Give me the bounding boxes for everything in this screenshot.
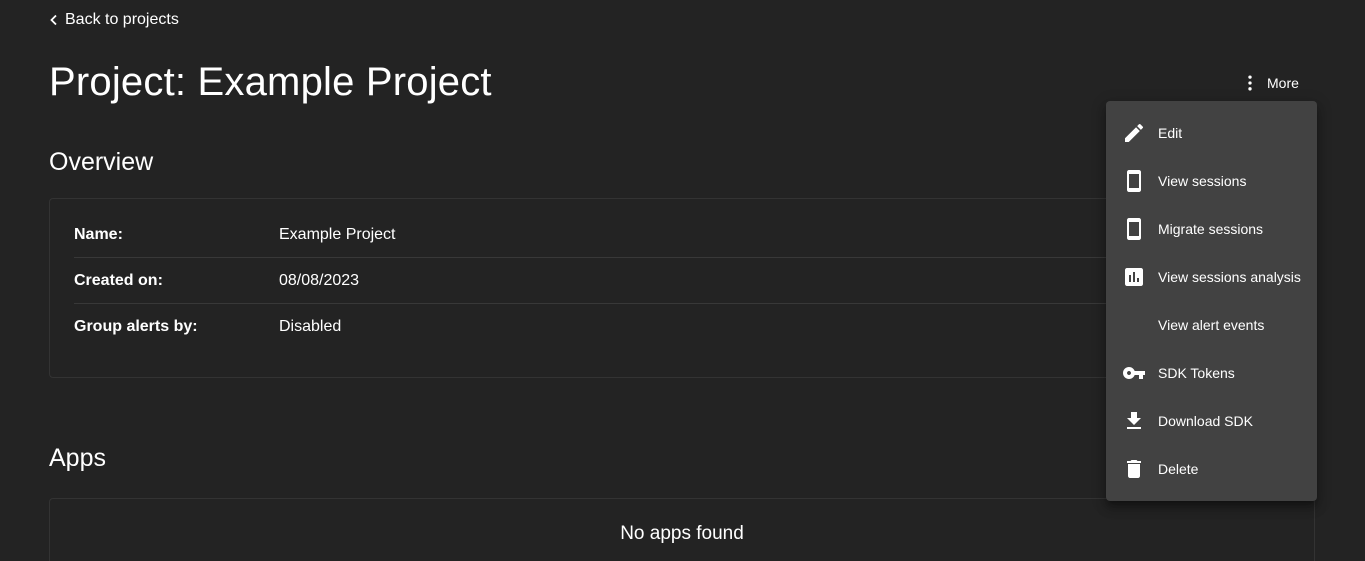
- menu-item-migrate-sessions[interactable]: Migrate sessions: [1106, 205, 1317, 253]
- more-vertical-icon: [1248, 75, 1252, 91]
- name-value: Example Project: [279, 225, 396, 243]
- menu-item-label: View sessions analysis: [1158, 269, 1301, 285]
- page-title: Project: Example Project: [49, 60, 492, 104]
- chevron-left-icon: [50, 14, 57, 26]
- no-apps-message: No apps found: [620, 523, 744, 544]
- apps-title: Apps: [49, 444, 106, 472]
- more-button-label: More: [1267, 75, 1299, 91]
- more-button[interactable]: More: [1240, 70, 1299, 96]
- back-link-label: Back to projects: [65, 11, 179, 28]
- menu-item-label: Edit: [1158, 125, 1183, 141]
- group-alerts-label: Group alerts by:: [74, 317, 198, 335]
- menu-item-view-sessions-analysis[interactable]: View sessions analysis: [1106, 253, 1317, 301]
- menu-icon-placeholder: [1122, 313, 1146, 337]
- smartphone-icon: [1122, 217, 1146, 241]
- menu-item-download-sdk[interactable]: Download SDK: [1106, 397, 1317, 445]
- menu-item-view-sessions[interactable]: View sessions: [1106, 157, 1317, 205]
- menu-item-label: Migrate sessions: [1158, 221, 1264, 237]
- menu-item-delete[interactable]: Delete: [1106, 445, 1317, 493]
- menu-item-view-alert-events[interactable]: View alert events: [1106, 301, 1317, 349]
- overview-title: Overview: [49, 148, 154, 176]
- menu-item-edit[interactable]: Edit: [1106, 109, 1317, 157]
- trash-icon: [1122, 457, 1146, 481]
- group-alerts-value: Disabled: [279, 317, 342, 335]
- apps-card: No apps found: [49, 498, 1315, 561]
- menu-item-sdk-tokens[interactable]: SDK Tokens: [1106, 349, 1317, 397]
- menu-item-label: View alert events: [1158, 317, 1265, 333]
- created-on-label: Created on:: [74, 271, 163, 289]
- key-icon: [1122, 361, 1146, 385]
- smartphone-icon: [1122, 169, 1146, 193]
- name-label: Name:: [74, 225, 123, 243]
- download-icon: [1122, 409, 1146, 433]
- menu-item-label: Delete: [1158, 461, 1199, 477]
- back-to-projects-link[interactable]: Back to projects: [48, 9, 179, 31]
- bar-chart-icon: [1122, 265, 1146, 289]
- created-on-value: 08/08/2023: [279, 271, 360, 289]
- menu-item-label: Download SDK: [1158, 413, 1253, 429]
- project-page: Back to projects Project: Example Projec…: [0, 0, 1365, 561]
- more-menu: Edit View sessions Migrate sessions View…: [1106, 101, 1317, 501]
- menu-item-label: View sessions: [1158, 173, 1247, 189]
- menu-item-label: SDK Tokens: [1158, 365, 1235, 381]
- pencil-icon: [1122, 121, 1146, 145]
